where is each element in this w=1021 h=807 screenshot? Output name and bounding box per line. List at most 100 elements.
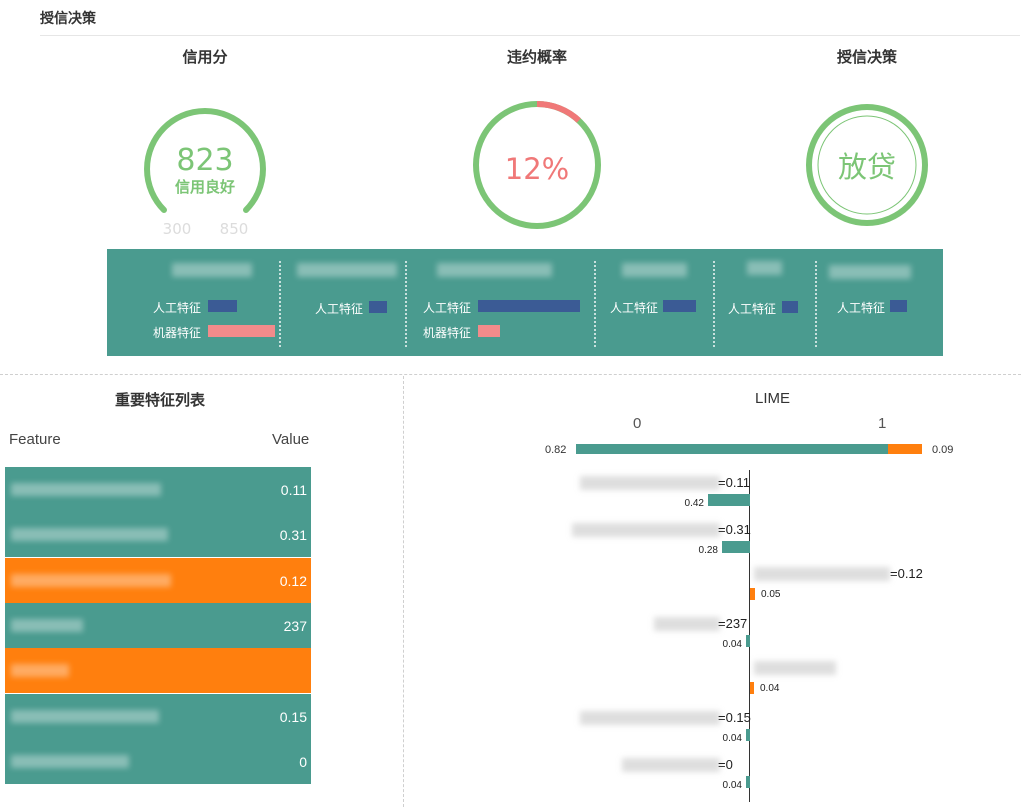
lime-feature-redacted	[622, 758, 720, 772]
lime-weight-bar	[708, 494, 750, 506]
lime-feature-redacted	[580, 476, 720, 490]
band-machine-label: 机器特征	[423, 326, 472, 340]
value-column-header: Value	[272, 431, 310, 448]
table-row[interactable]: 0.12	[5, 558, 311, 603]
band-redacted-label	[172, 263, 252, 277]
credit-score-gauge: 823 信用良好 300 850	[144, 107, 266, 237]
credit-score-min: 300	[163, 220, 192, 237]
feature-value: 0.11	[280, 482, 307, 498]
lime-feature-label: =0.31	[718, 522, 751, 537]
band-human-bar	[663, 300, 696, 312]
band-human-label: 人工特征	[423, 301, 472, 315]
lime-class-0-label: 0	[633, 415, 642, 432]
feature-table-title: 重要特征列表	[114, 392, 205, 409]
decision-card: 授信决策 放贷	[767, 46, 967, 237]
feature-name-redacted	[11, 755, 129, 768]
credit-score-value: 823	[176, 143, 233, 178]
feature-contribution-band: 人工特征 机器特征 人工特征 人工特征 机器特征 人工特征 人工特征 人工特征	[107, 249, 943, 356]
feature-name-redacted	[11, 710, 159, 723]
band-human-label: 人工特征	[837, 301, 886, 315]
table-row[interactable]: 237	[5, 603, 311, 648]
band-separator	[815, 261, 817, 347]
band-separator	[405, 261, 407, 347]
feature-value: 0.15	[279, 709, 307, 725]
lime-feature-label: =237	[718, 616, 748, 631]
feature-name-redacted	[11, 664, 69, 677]
default-rate-value: 12%	[505, 152, 569, 186]
credit-score-title: 信用分	[182, 49, 228, 66]
feature-name-redacted	[11, 528, 168, 541]
table-row[interactable]: 0	[5, 739, 311, 784]
lime-prob-1-value: 0.09	[932, 444, 954, 456]
lime-feature-label: =0	[718, 757, 733, 772]
lime-weight-value: 0.04	[760, 683, 780, 694]
band-human-label: 人工特征	[315, 302, 364, 316]
band-human-bar	[782, 301, 798, 313]
lime-weight-bar	[746, 776, 750, 788]
lime-weight-bar	[746, 635, 750, 647]
lime-prob-0-value: 0.82	[545, 444, 567, 456]
lime-feature-label: =0.11	[718, 475, 750, 490]
lime-feature-label: =0.12	[890, 566, 923, 581]
band-human-label: 人工特征	[728, 302, 777, 316]
credit-score-status: 信用良好	[175, 178, 235, 196]
lime-weight-bar	[722, 541, 750, 553]
band-separator	[594, 261, 596, 347]
lime-feature-redacted	[754, 661, 836, 675]
lime-weight-value: 0.05	[761, 589, 781, 600]
feature-value: 0	[299, 754, 307, 770]
feature-value: 0.31	[279, 527, 307, 543]
default-rate-arc	[536, 100, 581, 123]
lime-feature-redacted	[580, 711, 720, 725]
lime-feature-redacted	[754, 567, 890, 581]
feature-name-redacted	[11, 619, 83, 632]
lime-feature-redacted	[572, 523, 720, 537]
band-machine-label: 机器特征	[153, 326, 202, 340]
default-rate-gauge: 12%	[473, 100, 601, 229]
default-rate-card: 违约概率 12%	[437, 46, 637, 237]
lime-weight-value: 0.28	[698, 545, 718, 556]
band-redacted-label	[747, 261, 782, 275]
band-redacted-label	[297, 263, 397, 277]
decision-title: 授信决策	[836, 49, 897, 66]
band-human-bar	[369, 301, 387, 313]
band-human-bar	[208, 300, 237, 312]
band-machine-bar	[478, 325, 500, 337]
table-row[interactable]: 0.11	[5, 467, 311, 512]
lime-weight-value: 0.42	[684, 498, 704, 509]
band-machine-bar	[208, 325, 275, 337]
decision-badge: 放贷	[806, 104, 928, 226]
credit-score-max: 850	[220, 220, 249, 237]
band-separator	[279, 261, 281, 347]
band-separator	[713, 261, 715, 347]
lime-prob-0-bar	[576, 444, 888, 454]
lime-prob-1-bar	[888, 444, 922, 454]
lime-feature-label: =0.15	[718, 710, 751, 725]
table-row[interactable]: 0.31	[5, 512, 311, 557]
lime-weight-value: 0.04	[722, 733, 742, 744]
band-human-bar	[478, 300, 580, 312]
lime-feature-redacted	[654, 617, 720, 631]
panel-divider-vertical	[403, 376, 404, 807]
section-divider	[40, 35, 1020, 36]
band-human-label: 人工特征	[153, 301, 202, 315]
lime-class-1-label: 1	[878, 415, 887, 432]
band-redacted-label	[437, 263, 552, 277]
lime-weight-bar	[750, 588, 755, 600]
table-row[interactable]	[5, 648, 311, 693]
feature-name-redacted	[11, 483, 161, 496]
feature-name-redacted	[11, 574, 171, 587]
feature-value: 237	[283, 618, 307, 634]
lime-weight-value: 0.04	[722, 639, 742, 650]
table-row[interactable]: 0.15	[5, 694, 311, 739]
band-human-label: 人工特征	[610, 301, 659, 315]
feature-value: 0.12	[279, 573, 307, 589]
band-redacted-label	[622, 263, 687, 277]
lime-title: LIME	[755, 390, 791, 407]
feature-column-header: Feature	[9, 431, 61, 448]
decision-value: 放贷	[838, 150, 896, 184]
default-rate-title: 违约概率	[506, 49, 567, 66]
lime-weight-value: 0.04	[722, 780, 742, 791]
lime-weight-bar	[746, 729, 750, 741]
section-title: 授信决策	[40, 10, 96, 26]
